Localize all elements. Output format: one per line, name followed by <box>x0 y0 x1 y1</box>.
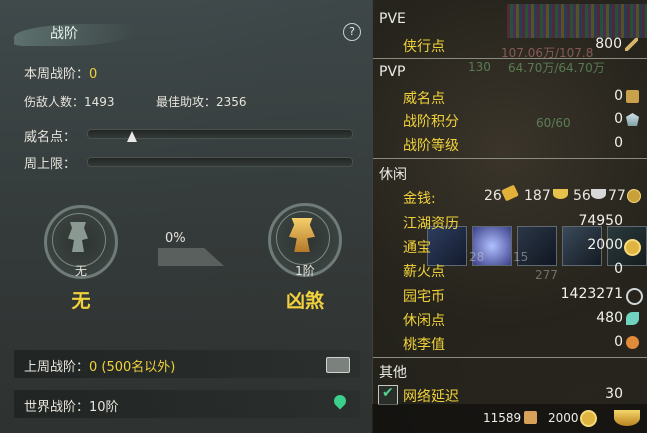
weekly-cap-bar <box>87 157 353 167</box>
last-week-rank-row: 上周战阶：0 (500名以外) <box>14 350 360 378</box>
best-assist-label: 最佳助攻： <box>156 95 217 109</box>
tongbao-coin-icon <box>624 239 641 256</box>
prestige-label: 威名点： <box>24 130 77 145</box>
gold-large-value: 187 <box>524 188 551 204</box>
section-other: 其他 <box>379 365 407 381</box>
divider <box>373 58 647 59</box>
world-rank-row: 世界战阶：10阶 <box>14 390 360 418</box>
footer-coin-icon <box>580 410 597 427</box>
leisure-item-value: 0 <box>614 261 623 277</box>
panel-titlebar: 战阶 ? <box>0 14 372 48</box>
silver-value: 56 <box>573 188 591 204</box>
best-assist-row: 最佳助攻：2356 <box>156 93 247 110</box>
weekly-rank-value: 0 <box>89 67 98 82</box>
leisure-item-value: 1423271 <box>560 286 623 302</box>
copper-value: 77 <box>608 188 626 204</box>
pve-item-value: 800 <box>595 36 622 52</box>
prestige-marker-icon <box>127 131 137 142</box>
rank-progress-percent: 0% <box>165 231 186 246</box>
next-rank-small-label: 1阶 <box>295 264 315 278</box>
weekly-rank-row: 本周战阶：0 <box>24 63 97 82</box>
copper-coin-icon <box>627 189 641 203</box>
section-pvp: PVP <box>379 64 406 80</box>
footer-value-2: 2000 <box>548 411 579 425</box>
leisure-item-value: 74950 <box>578 213 623 229</box>
boot-icon <box>524 411 537 424</box>
section-pve: PVE <box>379 11 406 27</box>
silver-ingot-icon <box>591 189 606 199</box>
pvp-item-label: 战阶积分 <box>403 114 459 130</box>
last-week-value: 0 (500名以外) <box>89 360 176 375</box>
pvp-item-label: 威名点 <box>403 91 445 107</box>
footer-value-1: 11589 <box>483 411 522 425</box>
pvp-item-value: 0 <box>614 135 623 151</box>
current-rank-name: 无 <box>71 290 91 312</box>
world-rank-label: 世界战阶： <box>24 400 90 415</box>
gold-ingot-shop-icon[interactable] <box>614 410 640 426</box>
injured-label: 伤敌人数： <box>24 95 85 109</box>
arrow-right-icon <box>158 248 224 266</box>
gold-ingot-value: 26 <box>484 188 502 204</box>
location-pin-icon[interactable] <box>331 392 349 410</box>
battle-rank-panel: 战阶 ? 本周战阶：0 伤敌人数：1493 最佳助攻：2356 威名点： 周上限… <box>0 0 373 433</box>
leisure-item-label: 休闲点 <box>403 313 445 329</box>
network-latency-checkbox[interactable] <box>378 385 398 405</box>
leisure-item-label: 园宅币 <box>403 289 445 305</box>
best-assist-value: 2356 <box>216 95 247 109</box>
leisure-item-value: 2000 <box>587 237 623 253</box>
world-rank-text: 世界战阶：10阶 <box>24 396 119 415</box>
pvp-item-value: 0 <box>614 111 623 127</box>
divider <box>373 158 647 159</box>
panel-title: 战阶 <box>50 26 78 42</box>
gold-label: 金钱: <box>403 191 436 207</box>
sword-icon <box>625 38 638 51</box>
bg-energy-text: 60/60 <box>536 116 571 130</box>
leisure-item-label: 江湖资历 <box>403 216 459 232</box>
next-rank-name: 凶煞 <box>285 290 324 312</box>
bg-mp-text: 64.70万/64.70万 <box>508 61 605 75</box>
leisure-item-label: 桃李值 <box>403 337 445 353</box>
last-week-label: 上周战阶： <box>24 360 90 375</box>
bg-level-text: 130 <box>468 60 491 74</box>
gold-ingot-icon <box>553 189 568 199</box>
bg-count-1: 28 <box>469 250 485 264</box>
bg-count-2: 15 <box>513 250 529 264</box>
current-rank-small-label: 无 <box>74 264 87 278</box>
other-item-label: 网络延迟 <box>403 389 459 405</box>
estate-coin-icon <box>626 288 643 305</box>
weekly-cap-label: 周上限： <box>24 157 77 172</box>
last-week-rank-text: 上周战阶：0 (500名以外) <box>24 356 175 375</box>
other-item-value: 30 <box>605 386 623 402</box>
leisure-item-label: 薪火点 <box>403 264 445 280</box>
injured-row: 伤敌人数：1493 <box>24 93 115 110</box>
divider <box>373 357 647 358</box>
bg-count-3: 277 <box>535 268 558 282</box>
leisure-item-label: 通宝 <box>403 240 431 256</box>
weekly-rank-label: 本周战阶： <box>24 67 90 82</box>
world-rank-value: 10阶 <box>89 400 119 415</box>
pvp-item-value: 0 <box>614 88 623 104</box>
leaf-icon <box>626 312 639 325</box>
pve-item-label: 侠行点 <box>403 39 445 55</box>
pvp-item-label: 战阶等级 <box>403 138 459 154</box>
leisure-item-value: 0 <box>614 334 623 350</box>
peach-icon <box>626 336 639 349</box>
help-icon[interactable]: ? <box>343 23 361 41</box>
section-leisure: 休闲 <box>379 167 407 183</box>
prestige-icon <box>626 90 639 103</box>
reward-chest-icon[interactable] <box>326 357 350 373</box>
injured-value: 1493 <box>84 95 115 109</box>
leisure-item-value: 480 <box>596 310 623 326</box>
